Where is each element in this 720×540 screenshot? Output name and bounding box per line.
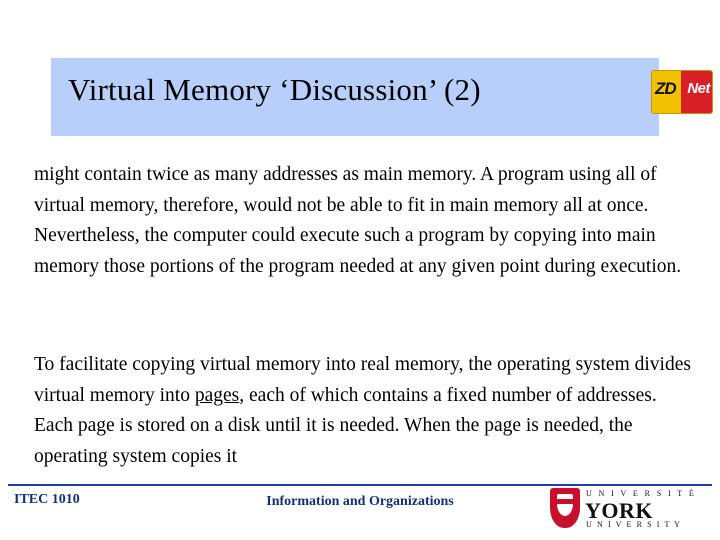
york-logo-bottom-text: U N I V E R S I T Y — [586, 520, 682, 529]
slide-canvas: Virtual Memory ‘Discussion’ (2) ZD Net m… — [0, 0, 720, 540]
zdnet-logo-zd-text: ZD — [655, 79, 677, 98]
body-paragraph-1: might contain twice as many addresses as… — [34, 164, 682, 277]
body-paragraph-2: To facilitate copying virtual memory int… — [34, 350, 696, 472]
zdnet-logo: ZD Net — [651, 70, 713, 114]
crest-bar-shape — [557, 499, 573, 504]
york-logo-top-text: U N I V E R S I T É — [586, 489, 697, 498]
york-university-logo: U N I V E R S I T É YORK U N I V E R S I… — [550, 487, 710, 531]
paragraph-2-underlined-term: pages — [194, 384, 240, 406]
page-title: Virtual Memory ‘Discussion’ (2) — [68, 72, 481, 107]
york-crest-icon — [550, 488, 580, 528]
footer-divider — [8, 484, 712, 486]
zdnet-logo-net-text: Net — [687, 80, 710, 97]
